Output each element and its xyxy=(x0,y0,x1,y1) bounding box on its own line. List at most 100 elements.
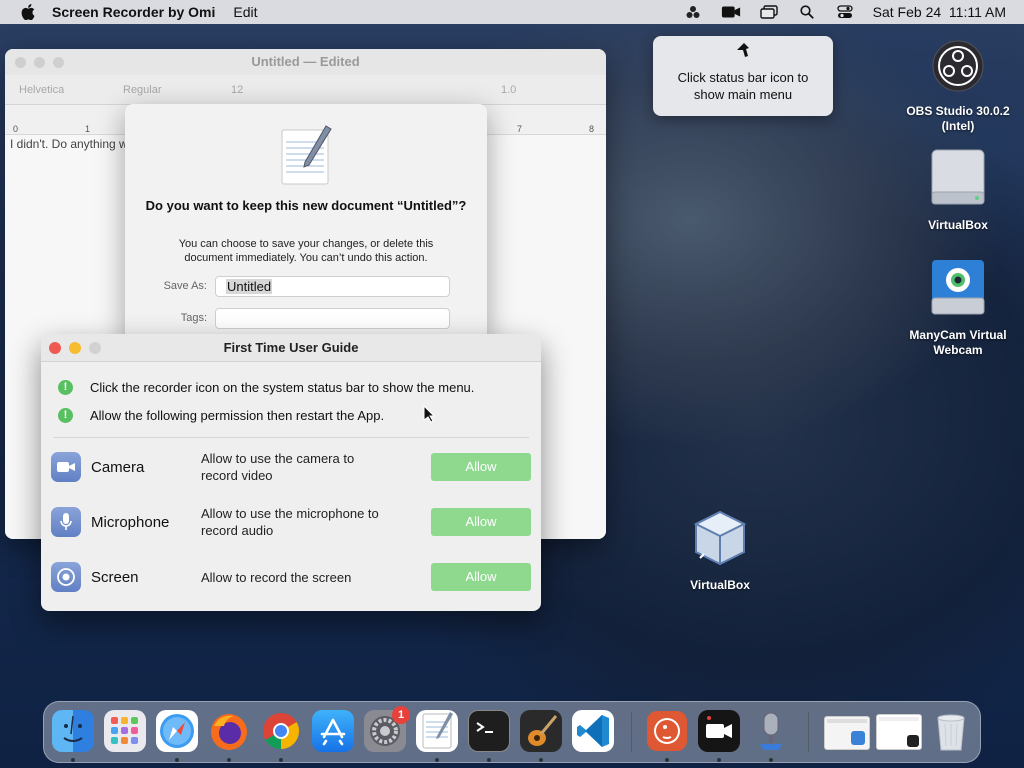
ruler-mark: 0 xyxy=(13,124,19,134)
dock-screen-recorder[interactable] xyxy=(698,710,740,752)
step-text: Click the recorder icon on the system st… xyxy=(90,380,475,395)
dock-trash[interactable] xyxy=(930,710,972,752)
dock-window-preview-2[interactable] xyxy=(876,714,922,750)
app-name-menu[interactable]: Screen Recorder by Omi xyxy=(52,4,215,20)
permission-name: Microphone xyxy=(91,514,170,531)
info-icon xyxy=(58,380,73,395)
ruler-mark: 7 xyxy=(517,124,523,134)
dock-window-preview-1[interactable] xyxy=(824,716,870,750)
obs-icon xyxy=(932,40,984,92)
desktop-label: ManyCam Virtual Webcam xyxy=(909,328,1007,357)
notification-badge: 1 xyxy=(392,706,410,724)
dock-terminal[interactable] xyxy=(468,710,510,752)
firefox-icon xyxy=(211,714,247,750)
allow-camera-button[interactable]: Allow xyxy=(431,453,531,481)
desktop-item-manycam[interactable]: ManyCam Virtual Webcam xyxy=(898,258,1018,358)
running-indicator xyxy=(175,758,179,762)
sheet-heading: Do you want to keep this new document “U… xyxy=(145,198,467,213)
search-icon[interactable] xyxy=(797,2,817,22)
minimize-button[interactable] xyxy=(34,57,45,68)
desktop-label: VirtualBox xyxy=(690,578,750,592)
dock-separator xyxy=(808,712,809,752)
sheet-description: You can choose to save your changes, or … xyxy=(178,238,434,264)
minimize-button[interactable] xyxy=(69,342,81,354)
line-spacing-select[interactable]: 1.0 xyxy=(501,84,516,96)
desktop-item-obs[interactable]: OBS Studio 30.0.2 (Intel) xyxy=(898,38,1018,134)
guide-step: Click the recorder icon on the system st… xyxy=(58,380,474,395)
finder-icon xyxy=(63,715,83,742)
desktop-item-virtualbox-disk[interactable]: VirtualBox xyxy=(898,148,1018,233)
apple-logo-icon[interactable] xyxy=(14,4,42,20)
permission-name: Camera xyxy=(91,459,145,476)
guide-step: Allow the following permission then rest… xyxy=(58,408,384,423)
window-preview-icon xyxy=(879,717,919,747)
safari-icon xyxy=(160,714,194,748)
textedit-icon xyxy=(422,712,453,749)
control-center-icon[interactable] xyxy=(835,2,855,22)
save-as-value: Untitled xyxy=(226,279,273,294)
save-as-input[interactable]: Untitled xyxy=(215,276,450,297)
status-bar-tooltip: Click status bar icon to show main menu xyxy=(653,36,833,116)
desktop-label: OBS Studio 30.0.2 (Intel) xyxy=(906,104,1010,133)
window-controls xyxy=(49,342,101,354)
dock: 1 xyxy=(43,701,981,763)
allow-microphone-button[interactable]: Allow xyxy=(431,508,531,536)
font-style-select[interactable]: Regular xyxy=(123,84,162,96)
tags-label: Tags: xyxy=(180,312,207,324)
dock-safari[interactable] xyxy=(156,710,198,752)
dock-finder[interactable] xyxy=(52,710,94,752)
allow-screen-button[interactable]: Allow xyxy=(431,563,531,591)
chrome-icon xyxy=(263,713,300,749)
permission-name: Screen xyxy=(91,569,139,586)
window-title: First Time User Guide xyxy=(223,340,359,355)
app-store-icon xyxy=(320,718,346,746)
running-indicator xyxy=(435,758,439,762)
permission-desc: Allow to use the microphone to record au… xyxy=(201,506,379,538)
permission-camera: Camera Allow to use the camera to record… xyxy=(51,448,531,488)
window-icon[interactable] xyxy=(759,2,779,22)
duckduckgo-icon xyxy=(647,711,687,751)
running-indicator xyxy=(665,758,669,762)
guide-titlebar[interactable]: First Time User Guide xyxy=(41,334,541,362)
desktop-item-virtualbox-app[interactable]: VirtualBox xyxy=(660,508,780,593)
dock-chrome[interactable] xyxy=(260,710,302,752)
screen-record-icon xyxy=(51,562,81,592)
dock-firefox[interactable] xyxy=(208,710,250,752)
dock-vscode[interactable] xyxy=(572,710,614,752)
desktop-label: VirtualBox xyxy=(928,218,988,232)
disk-drive-icon xyxy=(931,149,985,205)
dock-launchpad[interactable] xyxy=(104,710,146,752)
running-indicator xyxy=(71,758,75,762)
textedit-titlebar[interactable]: Untitled — Edited xyxy=(5,49,606,75)
dock-voice-recorder[interactable] xyxy=(750,710,792,752)
zoom-button[interactable] xyxy=(89,342,101,354)
omi-icon[interactable] xyxy=(683,2,703,22)
zoom-button[interactable] xyxy=(53,57,64,68)
launchpad-icon xyxy=(111,717,138,744)
close-button[interactable] xyxy=(15,57,26,68)
running-indicator xyxy=(279,758,283,762)
dock-app-store[interactable] xyxy=(312,710,354,752)
tags-input[interactable] xyxy=(215,308,450,329)
dock-duckduckgo[interactable] xyxy=(646,710,688,752)
virtualbox-icon xyxy=(693,510,747,566)
running-indicator xyxy=(487,758,491,762)
font-family-select[interactable]: Helvetica xyxy=(19,84,64,96)
status-area: Sat Feb 24 11:11 AM xyxy=(683,0,1006,24)
clock[interactable]: Sat Feb 24 11:11 AM xyxy=(873,4,1006,20)
dock-garageband[interactable] xyxy=(520,710,562,752)
permission-desc: Allow to use the camera to record video xyxy=(201,451,355,483)
running-indicator xyxy=(717,758,721,762)
edit-menu[interactable]: Edit xyxy=(233,4,257,20)
close-button[interactable] xyxy=(49,342,61,354)
document-text[interactable]: I didn't. Do anything w xyxy=(10,137,128,151)
format-toolbar: Helvetica Regular 12 1.0 xyxy=(5,75,606,105)
vscode-icon xyxy=(577,715,609,747)
trash-icon xyxy=(937,714,965,751)
arrow-up-icon xyxy=(737,43,749,57)
camera-recorder-icon[interactable] xyxy=(721,2,741,22)
font-size-field[interactable]: 12 xyxy=(231,84,243,96)
ruler-mark: 8 xyxy=(589,124,595,134)
dock-textedit[interactable] xyxy=(416,710,458,752)
running-indicator xyxy=(539,758,543,762)
